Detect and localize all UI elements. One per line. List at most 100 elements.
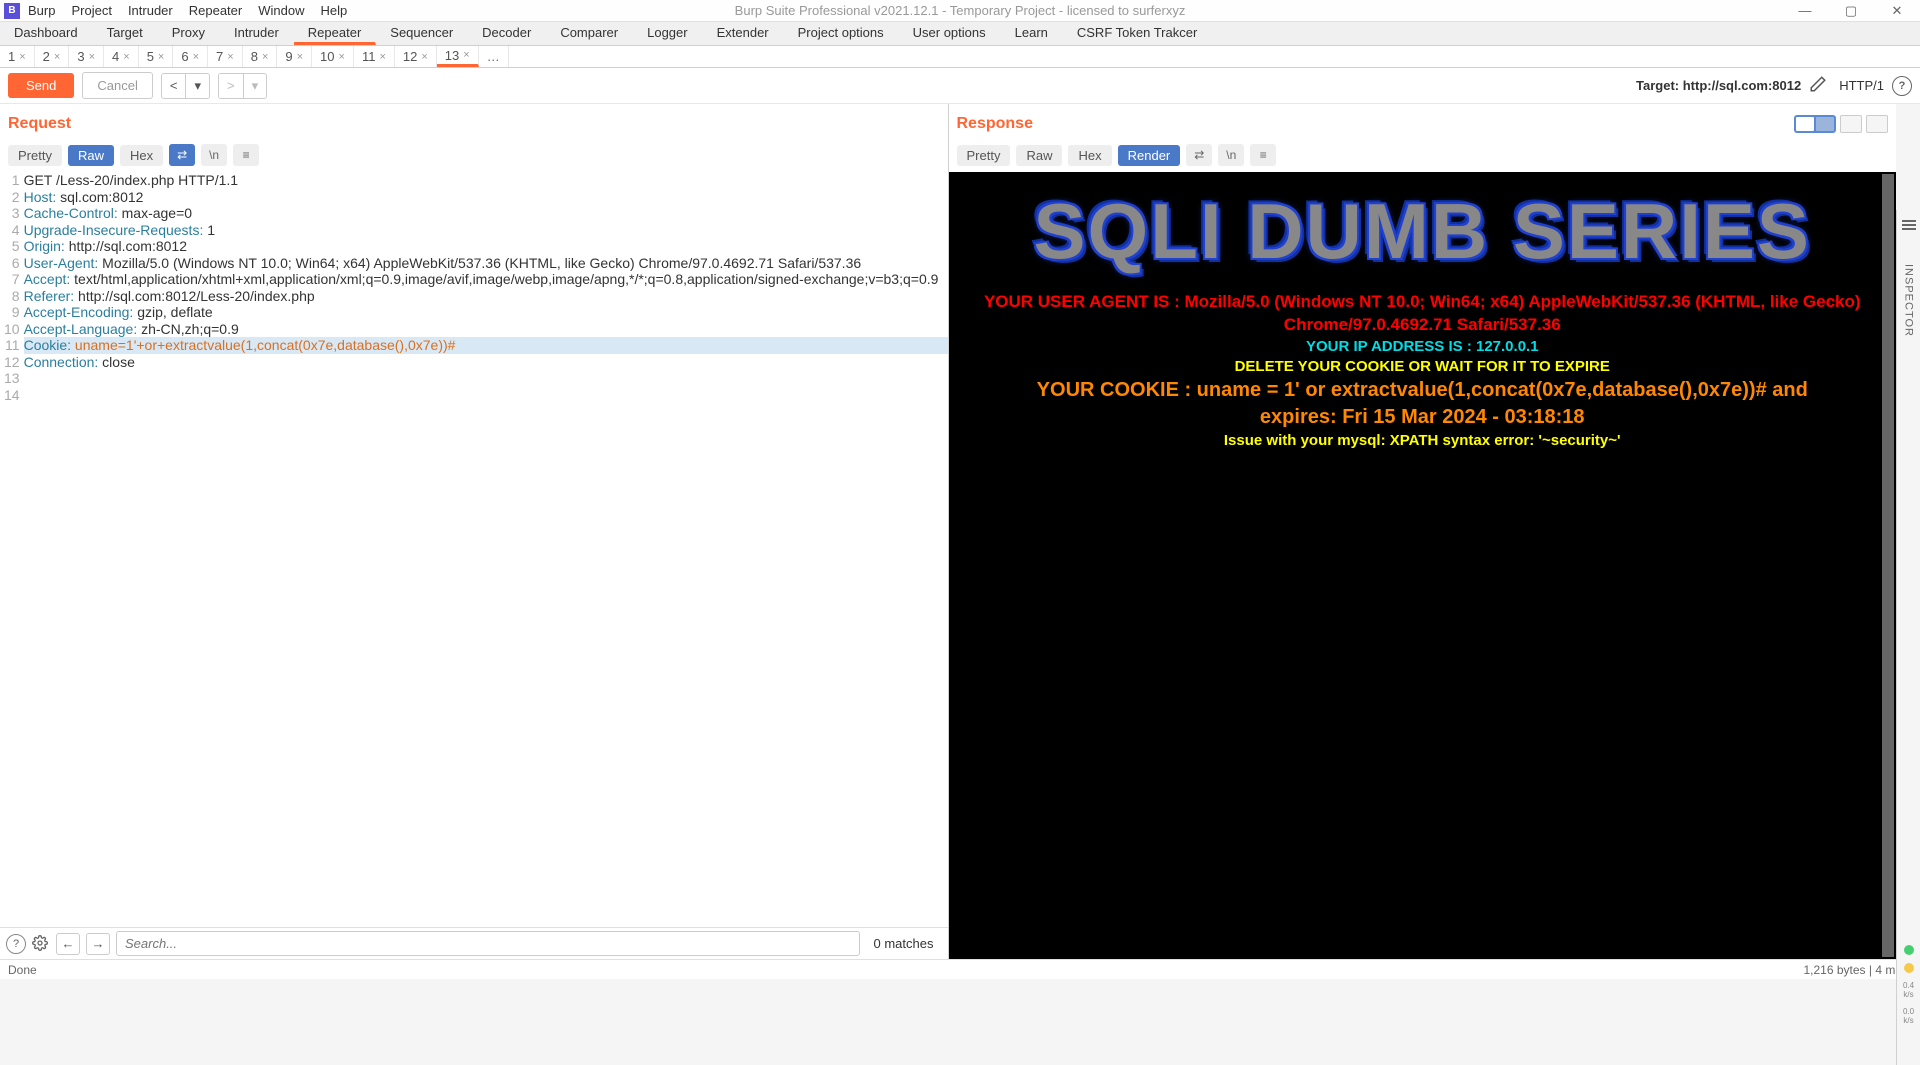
menu-window[interactable]: Window [258,3,304,18]
delete-cookie-line: DELETE YOUR COOKIE OR WAIT FOR IT TO EXP… [959,357,1887,377]
top-tab-intruder[interactable]: Intruder [220,22,294,45]
request-code[interactable]: GET /Less-20/index.php HTTP/1.1Host: sql… [24,172,948,927]
top-tab-user-options[interactable]: User options [899,22,1001,45]
response-view-render[interactable]: Render [1118,145,1181,166]
newline-icon[interactable]: \n [201,144,227,166]
repeater-tab-6[interactable]: 6 × [173,46,208,67]
repeater-tab-7[interactable]: 7 × [208,46,243,67]
resp-hamburger-icon[interactable]: ≡ [1250,144,1276,166]
repeater-tab-3[interactable]: 3 × [69,46,104,67]
repeater-tab-12[interactable]: 12 × [395,46,437,67]
history-back-group: < ▾ [161,73,210,99]
layout-option-2[interactable] [1840,115,1862,133]
edit-target-icon[interactable] [1809,75,1827,96]
repeater-tab-9[interactable]: 9 × [277,46,312,67]
maximize-button[interactable]: ▢ [1828,0,1874,22]
search-settings-icon[interactable] [32,935,50,953]
history-fwd-group: > ▾ [218,73,267,99]
response-view-raw[interactable]: Raw [1016,145,1062,166]
repeater-tab-1[interactable]: 1 × [0,46,35,67]
layout-split-toggle[interactable] [1794,115,1836,133]
search-input[interactable] [116,931,860,956]
close-icon[interactable]: × [54,51,60,63]
resp-wrap-icon[interactable]: ⇄ [1186,144,1212,166]
response-view-pretty[interactable]: Pretty [957,145,1011,166]
status-done: Done [8,963,37,977]
help-icon[interactable]: ? [1892,76,1912,96]
top-tab-extender[interactable]: Extender [703,22,784,45]
menu-burp[interactable]: Burp [28,3,55,18]
menu-intruder[interactable]: Intruder [128,3,173,18]
close-icon[interactable]: × [339,51,345,63]
top-tab-proxy[interactable]: Proxy [158,22,220,45]
repeater-tab-5[interactable]: 5 × [139,46,174,67]
cancel-button[interactable]: Cancel [82,72,152,99]
history-back-dropdown[interactable]: ▾ [185,74,209,98]
wrap-icon[interactable]: ⇄ [169,144,195,166]
top-tab-project-options[interactable]: Project options [784,22,899,45]
render-scrollbar[interactable] [1882,174,1894,957]
top-tab-sequencer[interactable]: Sequencer [376,22,468,45]
history-back-button[interactable]: < [162,74,186,98]
error-line: Issue with your mysql: XPATH syntax erro… [959,431,1887,451]
repeater-tab-13[interactable]: 13 × [437,46,479,67]
request-view-raw[interactable]: Raw [68,145,114,166]
top-tab-logger[interactable]: Logger [633,22,702,45]
layout-toggles [1794,115,1888,133]
top-tab-csrf-token-trakcer[interactable]: CSRF Token Trakcer [1063,22,1212,45]
repeater-tab-8[interactable]: 8 × [243,46,278,67]
close-icon[interactable]: × [158,51,164,63]
response-title: Response [957,115,1033,133]
response-render[interactable]: SQLI DUMB SERIES YOUR USER AGENT IS : Mo… [949,172,1897,959]
resp-newline-icon[interactable]: \n [1218,144,1244,166]
http-version[interactable]: HTTP/1 [1839,78,1884,93]
minimize-button[interactable]: — [1782,0,1828,22]
repeater-tab-10[interactable]: 10 × [312,46,354,67]
menu-help[interactable]: Help [320,3,347,18]
send-button[interactable]: Send [8,73,74,98]
inspector-sidebar: INSPECTOR 0.4k/s 0.0k/s [1896,210,1920,1065]
window-title: Burp Suite Professional v2021.12.1 - Tem… [735,3,1186,18]
top-tab-repeater[interactable]: Repeater [294,22,376,45]
rate-up: 0.4k/s [1903,981,1914,999]
repeater-tab-2[interactable]: 2 × [35,46,70,67]
close-icon[interactable]: × [297,51,303,63]
close-icon[interactable]: × [463,49,469,61]
close-icon[interactable]: × [421,51,427,63]
inspector-menu-icon[interactable] [1902,220,1916,230]
top-tab-dashboard[interactable]: Dashboard [0,22,93,45]
history-fwd-dropdown[interactable]: ▾ [243,74,267,98]
search-help-icon[interactable]: ? [6,934,26,954]
response-view-hex[interactable]: Hex [1068,145,1111,166]
hamburger-icon[interactable]: ≡ [233,144,259,166]
repeater-tab-11[interactable]: 11 × [354,46,395,67]
search-prev-button[interactable]: ← [56,933,80,955]
search-matches: 0 matches [866,936,942,951]
request-editor[interactable]: 1 2 3 4 5 6 7 8 9 10 11 12 13 14 GET /Le… [0,172,948,927]
close-icon[interactable]: × [227,51,233,63]
top-tab-decoder[interactable]: Decoder [468,22,546,45]
close-button[interactable]: ✕ [1874,0,1920,22]
request-view-pretty[interactable]: Pretty [8,145,62,166]
title-bar: B BurpProjectIntruderRepeaterWindowHelp … [0,0,1920,22]
menu-repeater[interactable]: Repeater [189,3,242,18]
request-view-hex[interactable]: Hex [120,145,163,166]
search-next-button[interactable]: → [86,933,110,955]
close-icon[interactable]: × [193,51,199,63]
response-pane: Response PrettyRaw Hex Render⇄ \n ≡ SQLI DUM… [949,104,1897,959]
top-tab-target[interactable]: Target [93,22,158,45]
layout-option-3[interactable] [1866,115,1888,133]
inspector-label[interactable]: INSPECTOR [1903,264,1915,337]
top-tab-learn[interactable]: Learn [1001,22,1063,45]
more-tabs[interactable]: … [479,46,509,67]
menu-project[interactable]: Project [71,3,111,18]
top-tab-comparer[interactable]: Comparer [546,22,633,45]
close-icon[interactable]: × [19,51,25,63]
close-icon[interactable]: × [262,51,268,63]
history-fwd-button[interactable]: > [219,74,243,98]
close-icon[interactable]: × [379,51,385,63]
close-icon[interactable]: × [123,51,129,63]
repeater-tab-4[interactable]: 4 × [104,46,139,67]
target-label: Target: http://sql.com:8012 [1636,78,1801,93]
close-icon[interactable]: × [89,51,95,63]
